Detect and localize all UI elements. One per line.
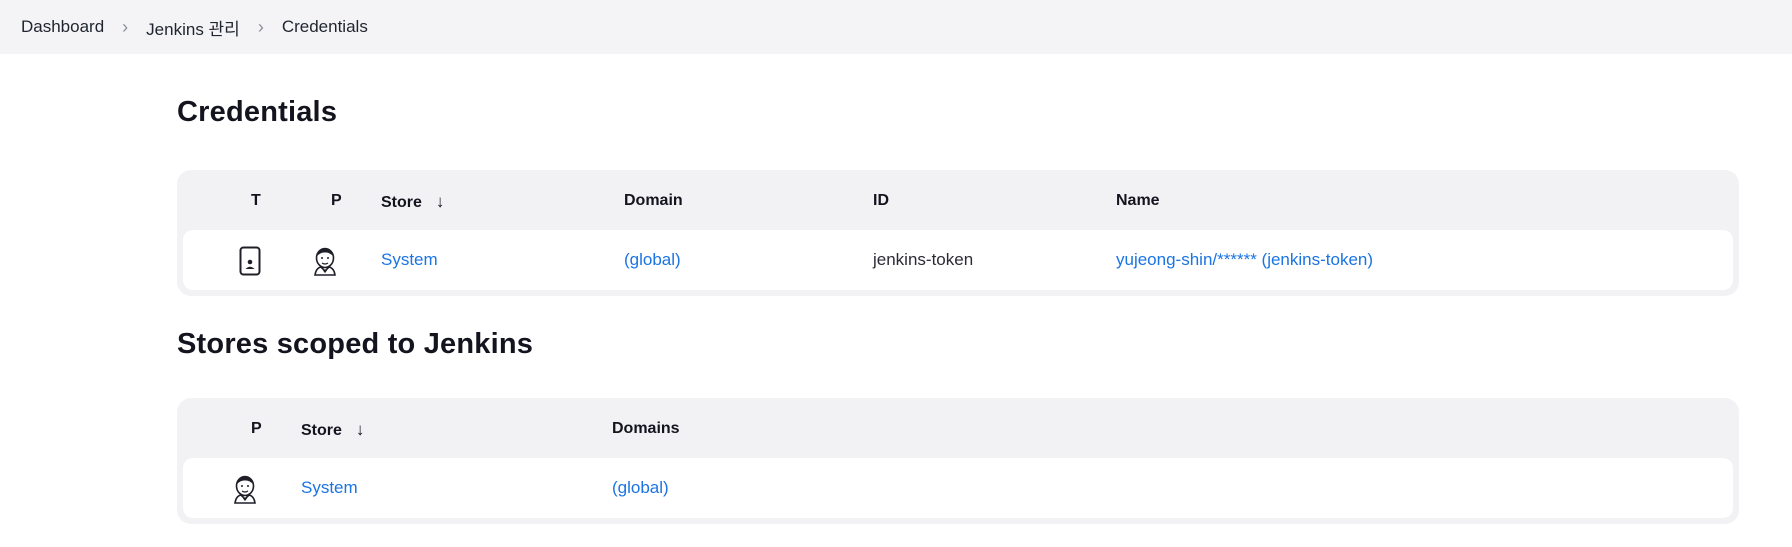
jenkins-butler-icon <box>314 247 336 276</box>
column-header-domains[interactable]: Domains <box>612 420 680 438</box>
mobile-credential-icon <box>239 246 261 276</box>
table-row: System (global) jenkins-token yujeong-sh… <box>183 230 1733 290</box>
page-title: Credentials <box>177 96 338 128</box>
sort-descending-icon: ↓ <box>355 420 365 439</box>
stores-table: P Store ↓ Domains System (global) <box>177 398 1739 524</box>
credential-id: jenkins-token <box>873 250 974 269</box>
breadcrumb-credentials[interactable]: Credentials <box>282 17 368 37</box>
column-header-id[interactable]: ID <box>873 192 889 210</box>
column-header-store[interactable]: Store ↓ <box>381 192 444 212</box>
store-link[interactable]: System <box>301 478 358 498</box>
column-header-store-label: Store <box>381 194 422 211</box>
column-header-store[interactable]: Store ↓ <box>301 420 364 440</box>
credentials-table-header: T P Store ↓ Domain ID Name <box>183 170 1733 230</box>
jenkins-butler-icon <box>234 475 256 504</box>
table-row: System (global) <box>183 458 1733 518</box>
sort-descending-icon: ↓ <box>435 192 445 211</box>
column-header-store-label: Store <box>301 422 342 439</box>
column-header-domain[interactable]: Domain <box>624 192 683 210</box>
credentials-table: T P Store ↓ Domain ID Name System (globa… <box>177 170 1739 296</box>
credential-name-link[interactable]: yujeong-shin/****** (jenkins-token) <box>1116 250 1373 270</box>
domain-link[interactable]: (global) <box>624 250 681 270</box>
column-header-provider[interactable]: P <box>251 420 262 438</box>
domains-link[interactable]: (global) <box>612 478 669 498</box>
stores-table-header: P Store ↓ Domains <box>183 398 1733 458</box>
breadcrumb-dashboard[interactable]: Dashboard <box>21 17 104 37</box>
chevron-right-icon: › <box>122 16 129 37</box>
breadcrumb-manage-jenkins[interactable]: Jenkins 관리 <box>146 15 240 40</box>
column-header-provider[interactable]: P <box>331 192 342 210</box>
stores-section-title: Stores scoped to Jenkins <box>177 328 534 360</box>
column-header-name[interactable]: Name <box>1116 192 1160 210</box>
store-link[interactable]: System <box>381 250 438 270</box>
chevron-right-icon: › <box>257 16 264 37</box>
column-header-type[interactable]: T <box>251 192 261 210</box>
breadcrumb: Dashboard › Jenkins 관리 › Credentials <box>0 0 1792 54</box>
